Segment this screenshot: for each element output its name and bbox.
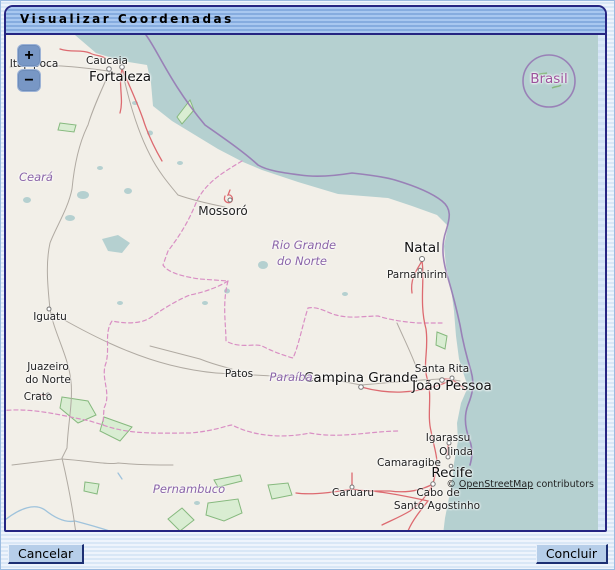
rivers [6,473,122,530]
map-right-gutter [598,35,605,530]
title-bar: Visualizar Coordenadas [6,7,605,35]
zoom-controls: + − [17,44,41,94]
openstreetmap-link[interactable]: OpenStreetMap [459,479,533,490]
map-canvas [6,35,598,530]
zoom-out-button[interactable]: − [17,69,41,92]
dialog-title: Visualizar Coordenadas [20,12,234,26]
cancel-button[interactable]: Cancelar [8,544,84,564]
map-viewport[interactable]: ItapipocaCaucaiaFortalezaMossoróNatalPar… [6,35,598,530]
attribution-suffix: contributors [533,479,594,490]
dialog-window: Visualizar Coordenadas [0,0,615,570]
sea-polygon [75,35,598,530]
map-attribution: © OpenStreetMap contributors [446,479,594,490]
map-panel: ItapipocaCaucaiaFortalezaMossoróNatalPar… [6,35,605,530]
attribution-prefix: © [446,479,459,490]
confirm-button[interactable]: Concluir [536,544,608,564]
map-frame: Visualizar Coordenadas [4,5,607,532]
zoom-in-button[interactable]: + [17,44,41,67]
